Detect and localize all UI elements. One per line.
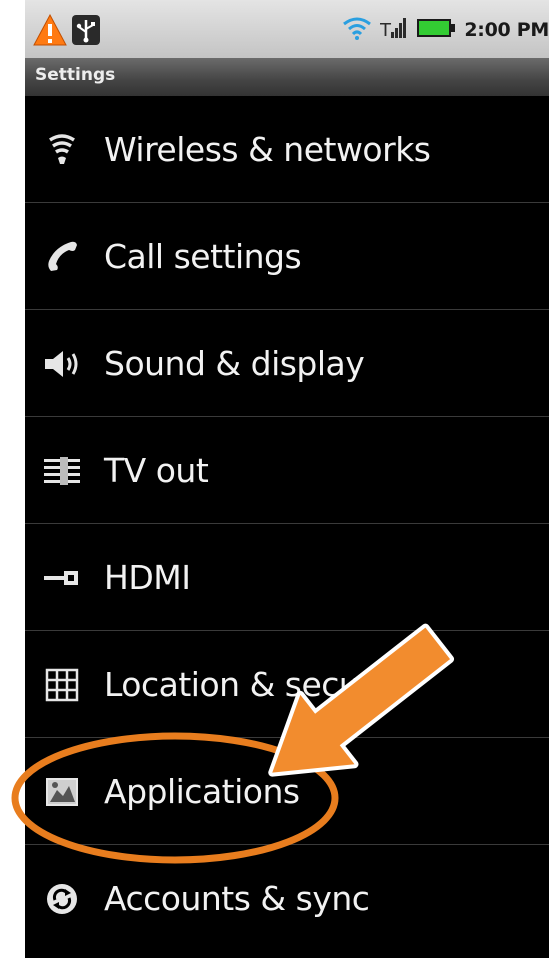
warning-icon	[33, 13, 67, 50]
menu-item-applications[interactable]: Applications	[25, 738, 549, 845]
menu-item-location-security[interactable]: Location & secu	[25, 631, 549, 738]
status-bar: T 2:00 PM	[25, 0, 549, 58]
phone-icon	[41, 239, 83, 275]
menu-item-label: Sound & display	[104, 344, 365, 383]
wireless-icon	[41, 132, 83, 168]
menu-item-label: Call settings	[104, 237, 302, 276]
applications-icon	[41, 774, 83, 810]
status-left-icons	[33, 13, 101, 50]
menu-item-call-settings[interactable]: Call settings	[25, 203, 549, 310]
speaker-icon	[41, 346, 83, 382]
tv-out-icon	[41, 453, 83, 489]
menu-item-label: HDMI	[104, 558, 191, 597]
svg-text:T: T	[380, 20, 392, 40]
location-grid-icon	[41, 667, 83, 703]
menu-item-label: TV out	[104, 451, 209, 490]
hdmi-icon	[41, 560, 83, 596]
usb-icon	[71, 14, 101, 50]
menu-item-tv-out[interactable]: TV out	[25, 417, 549, 524]
menu-item-accounts-sync[interactable]: Accounts & sync	[25, 845, 549, 952]
menu-item-label: Location & secu	[104, 665, 360, 704]
menu-item-label: Applications	[104, 772, 300, 811]
sync-icon	[41, 881, 83, 917]
battery-icon	[416, 17, 456, 43]
menu-item-hdmi[interactable]: HDMI	[25, 524, 549, 631]
page-title: Settings	[35, 65, 116, 85]
status-clock: 2:00 PM	[464, 19, 549, 41]
menu-item-sound-display[interactable]: Sound & display	[25, 310, 549, 417]
menu-item-label: Accounts & sync	[104, 879, 370, 918]
settings-menu: Wireless & networks Call settings Sound …	[25, 96, 549, 952]
title-bar: Settings	[25, 58, 549, 96]
status-right-icons: T 2:00 PM	[342, 16, 549, 44]
phone-screen: T 2:00 PM Settings Wireless & networks C…	[25, 0, 549, 958]
menu-item-label: Wireless & networks	[104, 130, 431, 169]
wifi-icon	[342, 16, 372, 44]
menu-item-wireless-networks[interactable]: Wireless & networks	[25, 96, 549, 203]
signal-icon: T	[379, 16, 408, 44]
